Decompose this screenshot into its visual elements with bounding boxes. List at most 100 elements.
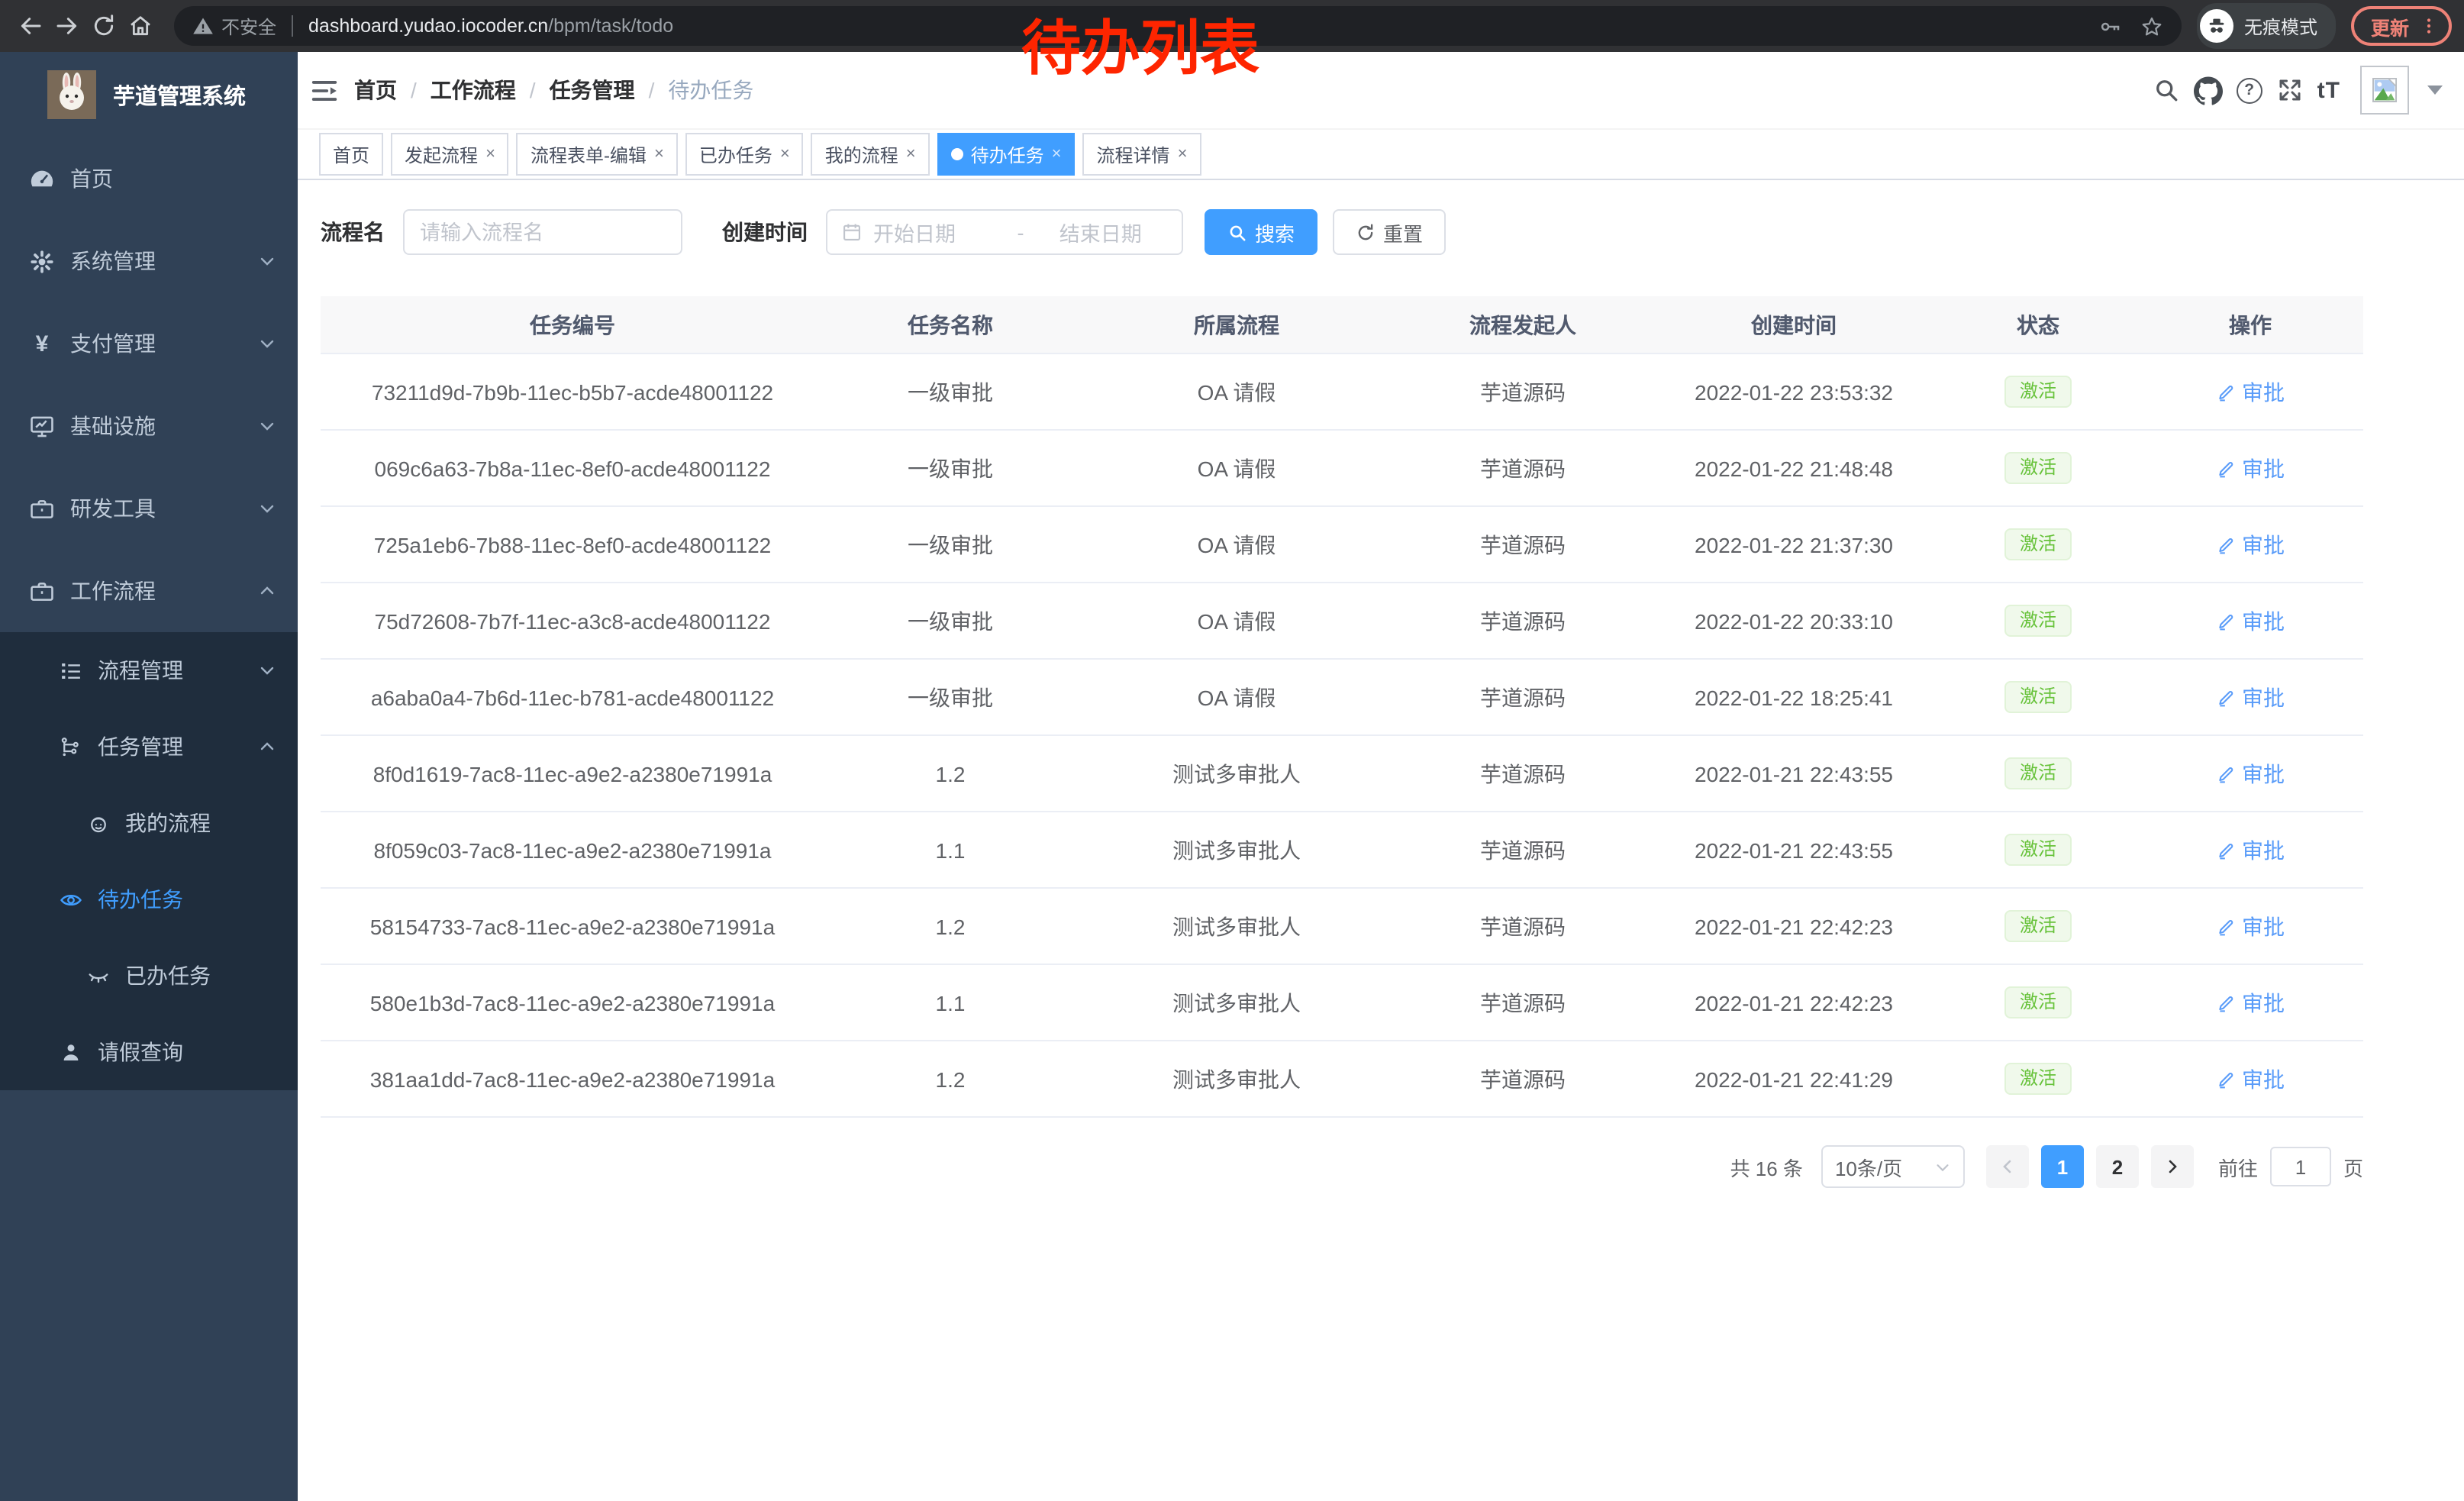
approve-link[interactable]: 审批 xyxy=(2216,987,2285,1018)
avatar-caret-icon[interactable] xyxy=(2427,86,2443,95)
cell-task-id: 58154733-7ac8-11ec-a9e2-a2380e71991a xyxy=(321,888,824,964)
avatar[interactable] xyxy=(2360,66,2409,115)
approve-link[interactable]: 审批 xyxy=(2216,1064,2285,1094)
sidebar-item-task-mgmt[interactable]: 任务管理 xyxy=(0,709,298,785)
breadcrumb-task-mgmt[interactable]: 任务管理 xyxy=(550,75,635,105)
date-range-picker[interactable]: 开始日期 - 结束日期 xyxy=(826,209,1183,255)
sidebar-item-done-tasks[interactable]: 已办任务 xyxy=(0,938,298,1014)
approve-link[interactable]: 审批 xyxy=(2216,605,2285,636)
briefcase-icon xyxy=(29,578,55,604)
tab-todo-tasks[interactable]: 待办任务× xyxy=(937,133,1076,176)
url-domain[interactable]: dashboard.yudao.iocoder.cn xyxy=(308,15,548,37)
edit-pencil-icon xyxy=(2216,993,2236,1012)
pagination: 共 16 条 10条/页 1 2 前往 页 xyxy=(321,1145,2363,1188)
bookmark-star-icon[interactable] xyxy=(2140,15,2163,37)
table-row: 381aa1dd-7ac8-11ec-a9e2-a2380e71991a 1.2… xyxy=(321,1041,2363,1117)
approve-link[interactable]: 审批 xyxy=(2216,911,2285,941)
help-icon[interactable]: ? xyxy=(2237,77,2262,103)
update-label[interactable]: 更新 xyxy=(2371,11,2409,40)
browser-update-button[interactable]: 更新 xyxy=(2351,6,2452,46)
page-size-select[interactable]: 10条/页 xyxy=(1821,1145,1965,1188)
approve-link[interactable]: 审批 xyxy=(2216,376,2285,407)
search-icon xyxy=(1227,222,1247,242)
search-button[interactable]: 搜索 xyxy=(1205,209,1317,255)
tab-close-icon[interactable]: × xyxy=(1052,146,1062,163)
tab-start-process[interactable]: 发起流程× xyxy=(391,133,509,176)
end-date-placeholder[interactable]: 结束日期 xyxy=(1034,217,1169,247)
approve-link-label: 审批 xyxy=(2242,1064,2285,1094)
cell-process: 测试多审批人 xyxy=(1076,964,1397,1041)
breadcrumb-home[interactable]: 首页 xyxy=(354,75,397,105)
approve-link[interactable]: 审批 xyxy=(2216,834,2285,865)
sidebar-item-label: 研发工具 xyxy=(70,493,258,524)
search-icon[interactable] xyxy=(2153,76,2180,104)
sidebar-toggle-icon[interactable] xyxy=(310,76,339,105)
password-key-icon[interactable] xyxy=(2099,15,2122,37)
cell-task-name: 一级审批 xyxy=(824,659,1076,735)
url-path[interactable]: /bpm/task/todo xyxy=(548,15,673,37)
font-size-icon[interactable]: tT xyxy=(2317,77,2340,103)
prev-page-button[interactable] xyxy=(1986,1145,2029,1188)
sidebar-item-home[interactable]: 首页 xyxy=(0,137,298,220)
next-page-button[interactable] xyxy=(2151,1145,2194,1188)
cell-status: 激活 xyxy=(1939,812,2137,888)
process-name-input[interactable] xyxy=(403,209,682,255)
sidebar-item-devtools[interactable]: 研发工具 xyxy=(0,467,298,550)
tab-my-process[interactable]: 我的流程× xyxy=(811,133,930,176)
briefcase-icon xyxy=(29,495,55,521)
cell-create-time: 2022-01-22 18:25:41 xyxy=(1649,659,1939,735)
browser-reload-icon[interactable] xyxy=(92,14,116,38)
sidebar-item-infra[interactable]: 基础设施 xyxy=(0,385,298,467)
security-label[interactable]: 不安全 xyxy=(221,13,276,39)
breadcrumb-workflow[interactable]: 工作流程 xyxy=(431,75,516,105)
refresh-icon xyxy=(1356,222,1376,242)
page-2-button[interactable]: 2 xyxy=(2096,1145,2139,1188)
sidebar-item-payment[interactable]: ¥ 支付管理 xyxy=(0,302,298,385)
cell-task-id: 8f0d1619-7ac8-11ec-a9e2-a2380e71991a xyxy=(321,735,824,812)
app-logo[interactable]: 芋道管理系统 xyxy=(0,52,298,137)
sidebar-item-label: 支付管理 xyxy=(70,328,258,359)
tab-process-detail[interactable]: 流程详情× xyxy=(1083,133,1201,176)
approve-link[interactable]: 审批 xyxy=(2216,758,2285,789)
sidebar-item-process-mgmt[interactable]: 流程管理 xyxy=(0,632,298,709)
browser-home-icon[interactable] xyxy=(128,14,153,38)
approve-link[interactable]: 审批 xyxy=(2216,453,2285,483)
cell-process: OA 请假 xyxy=(1076,353,1397,430)
page-1-button[interactable]: 1 xyxy=(2041,1145,2084,1188)
tab-close-icon[interactable]: × xyxy=(1178,146,1188,163)
github-icon[interactable] xyxy=(2194,76,2223,105)
rabbit-logo-icon xyxy=(47,70,96,119)
fullscreen-icon[interactable] xyxy=(2276,76,2304,104)
browser-back-icon[interactable] xyxy=(18,14,43,38)
tab-label: 首页 xyxy=(333,141,369,167)
sidebar-item-my-process[interactable]: 我的流程 xyxy=(0,785,298,861)
table-row: 069c6a63-7b8a-11ec-8ef0-acde48001122 一级审… xyxy=(321,430,2363,506)
status-badge: 激活 xyxy=(2004,680,2072,713)
tab-done-tasks[interactable]: 已办任务× xyxy=(685,133,804,176)
col-task-name: 任务名称 xyxy=(824,296,1076,353)
tab-close-icon[interactable]: × xyxy=(485,146,495,163)
browser-menu-icon[interactable] xyxy=(2420,15,2438,37)
tab-close-icon[interactable]: × xyxy=(906,146,916,163)
cell-status: 激活 xyxy=(1939,659,2137,735)
approve-link[interactable]: 审批 xyxy=(2216,529,2285,560)
sidebar-item-leave-query[interactable]: 请假查询 xyxy=(0,1014,298,1090)
goto-page-input[interactable] xyxy=(2270,1147,2331,1186)
col-task-id: 任务编号 xyxy=(321,296,824,353)
cell-task-id: 381aa1dd-7ac8-11ec-a9e2-a2380e71991a xyxy=(321,1041,824,1117)
sidebar-item-workflow[interactable]: 工作流程 xyxy=(0,550,298,632)
tab-close-icon[interactable]: × xyxy=(780,146,790,163)
tab-close-icon[interactable]: × xyxy=(654,146,664,163)
sidebar-item-todo-tasks[interactable]: 待办任务 xyxy=(0,861,298,938)
omnibox-divider xyxy=(292,15,293,37)
sidebar-item-system[interactable]: 系统管理 xyxy=(0,220,298,302)
chevron-down-icon xyxy=(258,334,276,353)
cell-task-name: 1.2 xyxy=(824,735,1076,812)
tab-process-form-edit[interactable]: 流程表单-编辑× xyxy=(517,133,678,176)
start-date-placeholder[interactable]: 开始日期 xyxy=(873,217,1008,247)
approve-link[interactable]: 审批 xyxy=(2216,682,2285,712)
cell-starter: 芋道源码 xyxy=(1397,353,1649,430)
tab-home[interactable]: 首页 xyxy=(319,133,383,176)
browser-forward-icon[interactable] xyxy=(55,14,79,38)
reset-button[interactable]: 重置 xyxy=(1333,209,1446,255)
